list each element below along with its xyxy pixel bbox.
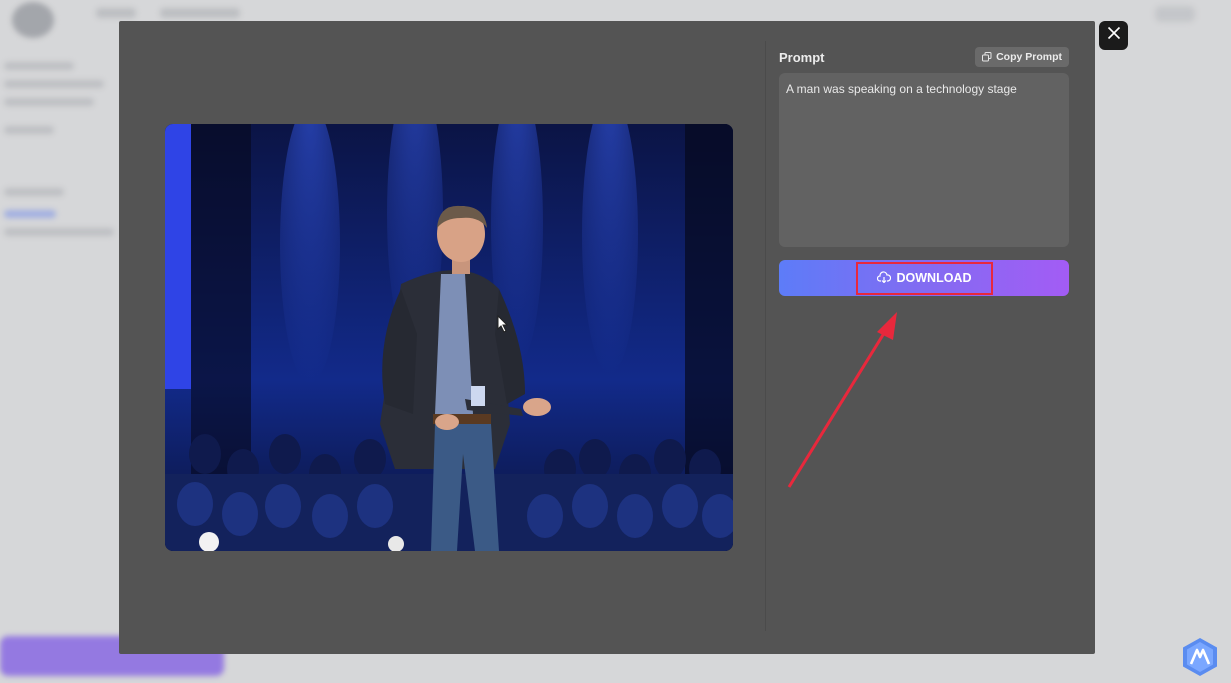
cloud-download-icon — [876, 270, 891, 286]
close-button[interactable] — [1099, 21, 1128, 50]
image-preview-modal: Prompt Copy Prompt A man was speaking on… — [119, 21, 1095, 654]
generated-image-illustration — [165, 124, 733, 551]
prompt-label: Prompt — [779, 50, 825, 65]
close-icon — [1107, 26, 1121, 45]
prompt-text: A man was speaking on a technology stage — [779, 73, 1069, 247]
copy-prompt-button[interactable]: Copy Prompt — [975, 47, 1069, 67]
modal-divider — [765, 41, 766, 631]
download-label: DOWNLOAD — [896, 271, 972, 285]
copy-icon — [982, 52, 992, 62]
download-button[interactable]: DOWNLOAD — [779, 260, 1069, 296]
brand-logo-icon — [1183, 638, 1217, 676]
mouse-cursor-icon — [497, 315, 509, 333]
generated-image — [165, 124, 733, 551]
download-highlight-box: DOWNLOAD — [855, 261, 993, 295]
copy-prompt-label: Copy Prompt — [996, 51, 1062, 63]
